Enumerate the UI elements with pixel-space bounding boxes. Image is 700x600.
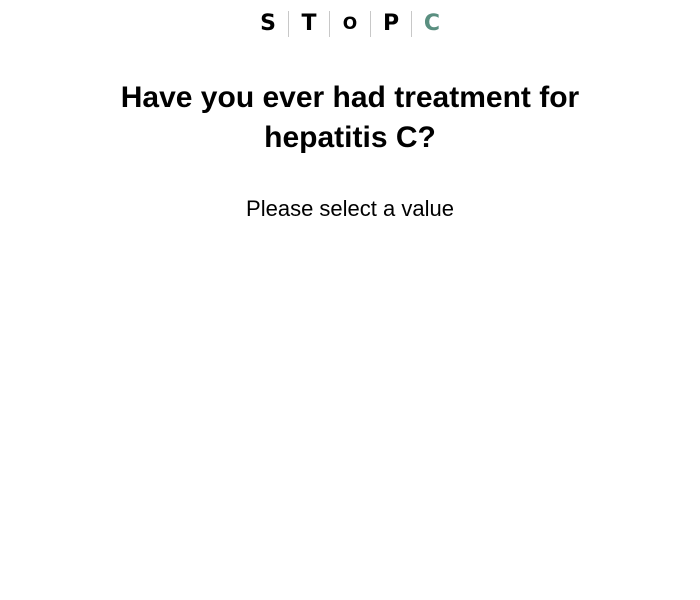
page: S T O P C Have you ever had treatment fo…	[0, 0, 700, 600]
logo-letter-s: S	[260, 11, 276, 36]
logo-letter-o: O	[342, 14, 358, 34]
logo-letter-p: P	[382, 11, 400, 36]
stopc-logo: S T O P C	[0, 10, 700, 38]
logo-letter-c: C	[423, 11, 441, 36]
select-value-prompt: Please select a value	[246, 196, 454, 221]
logo-letter-t: T	[301, 11, 317, 36]
question-title: Have you ever had treatment for hepatiti…	[120, 81, 580, 154]
